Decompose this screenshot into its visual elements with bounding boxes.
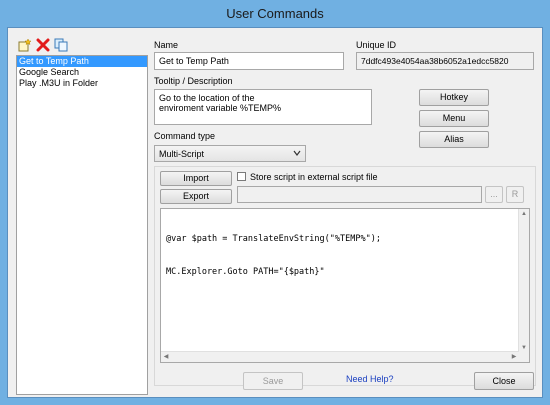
unique-id-field: 7ddfc493e4054aa38b6052a1edcc5820 bbox=[356, 52, 534, 70]
command-type-select[interactable]: Multi-Script bbox=[154, 145, 306, 162]
list-item[interactable]: Play .M3U in Folder bbox=[17, 78, 147, 89]
import-button[interactable]: Import bbox=[160, 171, 232, 186]
scroll-left-icon[interactable]: ◀ bbox=[161, 352, 171, 362]
alias-button[interactable]: Alias bbox=[419, 131, 489, 148]
script-code[interactable]: @var $path = TranslateEnvString("%TEMP%"… bbox=[166, 212, 381, 300]
tooltip-line: enviroment variable %TEMP% bbox=[159, 103, 282, 113]
horizontal-scrollbar[interactable]: ◀ ▶ bbox=[161, 351, 519, 362]
new-command-icon[interactable] bbox=[18, 38, 32, 52]
command-list[interactable]: Get to Temp Path Google Search Play .M3U… bbox=[16, 55, 148, 395]
browse-button[interactable]: ... bbox=[485, 186, 503, 203]
name-label: Name bbox=[154, 40, 179, 50]
chevron-down-icon bbox=[293, 147, 301, 161]
scroll-right-icon[interactable]: ▶ bbox=[509, 352, 519, 362]
unique-id-label: Unique ID bbox=[356, 40, 397, 50]
save-button[interactable]: Save bbox=[243, 372, 303, 390]
need-help-link[interactable]: Need Help? bbox=[346, 374, 394, 384]
scrollbar-corner bbox=[519, 352, 529, 362]
name-field[interactable]: Get to Temp Path bbox=[154, 52, 344, 70]
hotkey-button[interactable]: Hotkey bbox=[419, 89, 489, 106]
code-line: @var $path = TranslateEnvString("%TEMP%"… bbox=[166, 234, 381, 244]
delete-icon[interactable] bbox=[36, 38, 50, 52]
tooltip-line: Go to the location of the bbox=[159, 93, 255, 103]
command-type-value: Multi-Script bbox=[159, 149, 205, 159]
reload-button[interactable]: R bbox=[506, 186, 524, 203]
tooltip-label: Tooltip / Description bbox=[154, 76, 233, 86]
window-title: User Commands bbox=[226, 6, 324, 21]
script-editor[interactable]: @var $path = TranslateEnvString("%TEMP%"… bbox=[160, 208, 530, 363]
external-script-path-field bbox=[237, 186, 482, 203]
scroll-up-icon[interactable]: ▲ bbox=[519, 209, 529, 219]
user-commands-window: User Commands Get to Temp Path Google Se… bbox=[0, 0, 550, 405]
dialog-client-area: Get to Temp Path Google Search Play .M3U… bbox=[7, 27, 543, 398]
store-external-label: Store script in external script file bbox=[250, 172, 378, 182]
export-button[interactable]: Export bbox=[160, 189, 232, 204]
tooltip-field[interactable]: Go to the location of the enviroment var… bbox=[154, 89, 372, 125]
list-item[interactable]: Get to Temp Path bbox=[17, 56, 147, 67]
menu-button[interactable]: Menu bbox=[419, 110, 489, 127]
store-external-checkbox[interactable] bbox=[237, 172, 246, 181]
list-item[interactable]: Google Search bbox=[17, 67, 147, 78]
code-line: MC.Explorer.Goto PATH="{$path}" bbox=[166, 267, 325, 277]
copy-icon[interactable] bbox=[54, 38, 68, 52]
vertical-scrollbar[interactable]: ▲ ▼ bbox=[518, 209, 529, 353]
close-button[interactable]: Close bbox=[474, 372, 534, 390]
command-type-label: Command type bbox=[154, 131, 216, 141]
